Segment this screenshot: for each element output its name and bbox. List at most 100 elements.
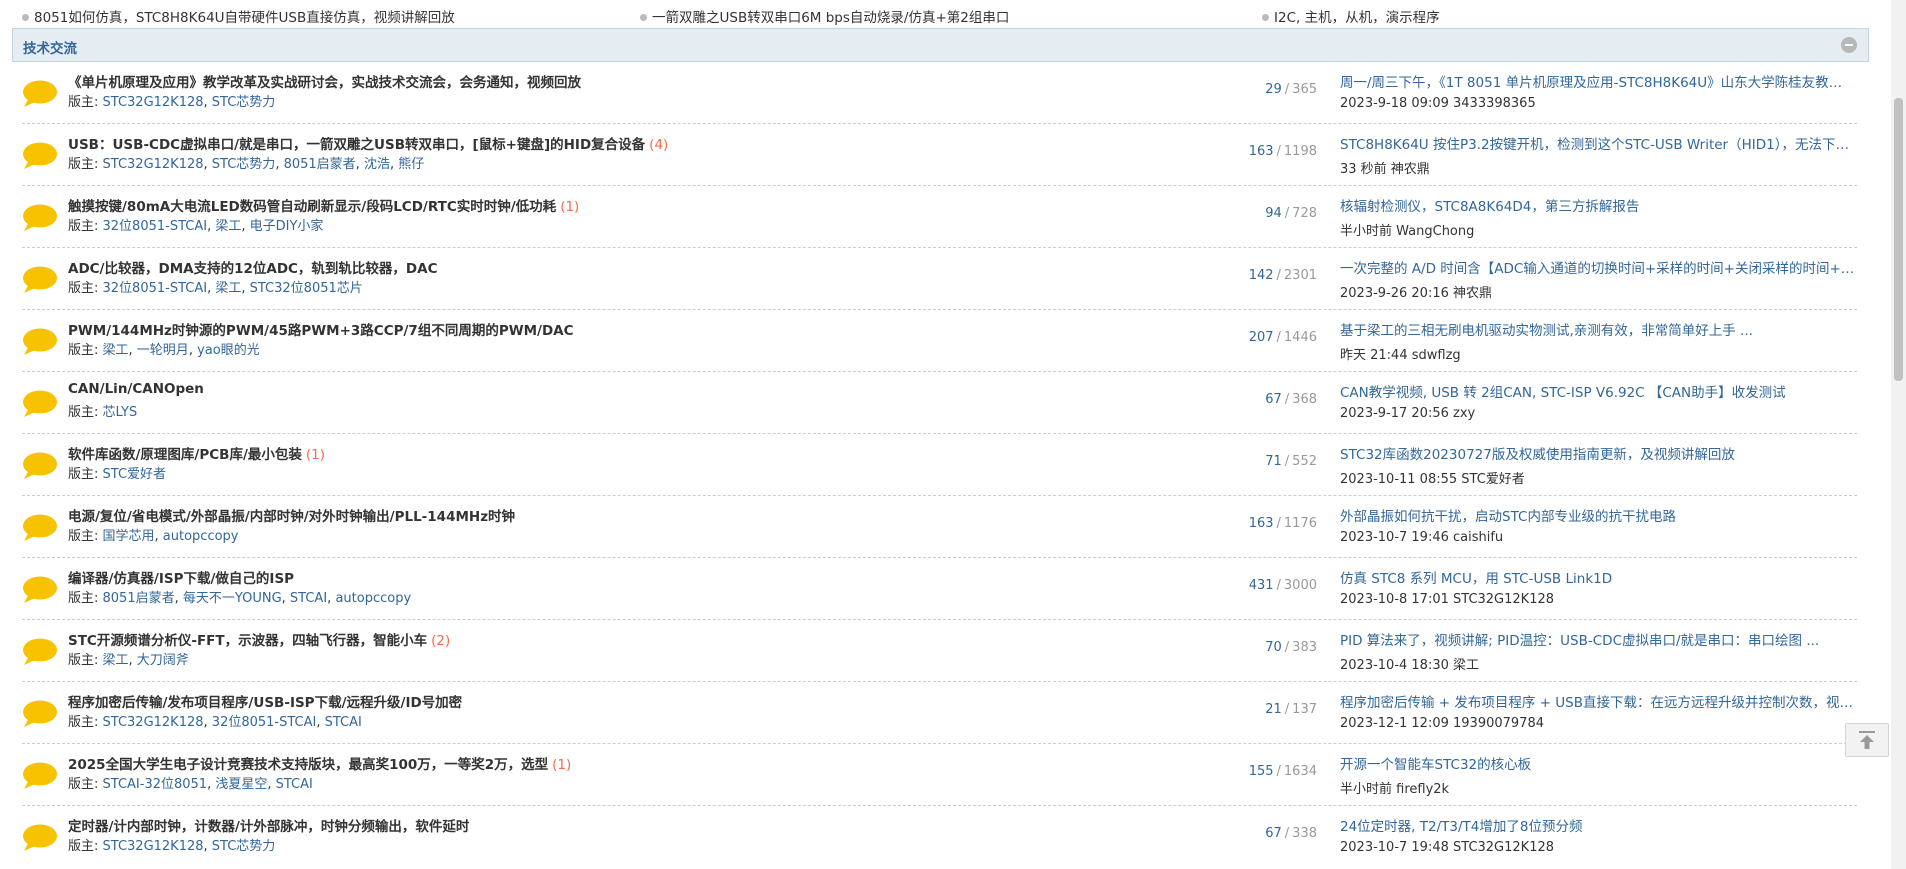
moderator-link[interactable]: 梁工 xyxy=(215,219,241,234)
last-post: 基于梁工的三相无刷电机驱动实物测试,亲测有效，非常简单好上手 ... 昨天 21:… xyxy=(1340,319,1855,363)
moderator-link[interactable]: 32位8051-STCAI xyxy=(103,281,208,296)
stats-separator: / xyxy=(1276,578,1281,593)
forum-row: ADC/比较器，DMA支持的12位ADC，轨到轨比较器，DAC 版主: 32位80… xyxy=(22,248,1857,310)
moderator-link[interactable]: STCAI xyxy=(325,715,362,730)
last-post-title-link[interactable]: 周一/周三下午，《1T 8051 单片机原理及应用-STC8H8K64U》山东大… xyxy=(1340,71,1855,91)
moderator-link[interactable]: 国学芯用 xyxy=(103,529,155,544)
last-post-title-link[interactable]: 仿真 STC8 系列 MCU，用 STC-USB Link1D xyxy=(1340,567,1855,587)
forum-name-link[interactable]: 《单片机原理及应用》教学改革及实战研讨会，实战技术交流会，会务通知，视频回放 xyxy=(68,75,581,91)
forum-title-line: 编译器/仿真器/ISP下载/做自己的ISP xyxy=(68,567,294,587)
moderator-link[interactable]: 浅夏星空 xyxy=(215,777,267,792)
moderator-link[interactable]: 梁工 xyxy=(215,281,241,296)
moderator-link[interactable]: STC32位8051芯片 xyxy=(250,281,363,296)
post-count: 3000 xyxy=(1283,578,1317,593)
forum-stats: 21/137 xyxy=(1265,702,1317,717)
collapse-minus-icon[interactable] xyxy=(1841,37,1857,53)
moderator-link[interactable]: STCAI xyxy=(290,591,327,606)
moderator-label: 版主: xyxy=(68,777,103,792)
forum-title-line: 程序加密后传输/发布项目程序/USB-ISP下载/远程升级/ID号加密 xyxy=(68,691,462,711)
moderator-label: 版主: xyxy=(68,405,103,420)
moderator-link[interactable]: 8051启蒙者 xyxy=(103,591,175,606)
forum-name-link[interactable]: PWM/144MHz时钟源的PWM/45路PWM+3路CCP/7组不同周期的PW… xyxy=(68,323,574,339)
moderator-link[interactable]: 大刀阔斧 xyxy=(137,653,189,668)
last-post-title-link[interactable]: STC32库函数20230727版及权威使用指南更新，及视频讲解回放 xyxy=(1340,443,1855,463)
mod-sep: , xyxy=(188,343,198,358)
forum-title-line: 定时器/计内部时钟，计数器/计外部脉冲，时钟分频输出，软件延时 xyxy=(68,815,469,835)
moderator-link[interactable]: STC芯势力 xyxy=(212,157,276,172)
last-post-title-link[interactable]: 24位定时器, T2/T3/T4增加了8位预分频 xyxy=(1340,815,1855,835)
last-post-title-link[interactable]: 一次完整的 A/D 时间含【ADC输入通道的切换时间+采样的时间+关闭采样的时间… xyxy=(1340,257,1855,277)
mod-sep: , xyxy=(267,777,276,792)
category-title[interactable]: 技术交流 xyxy=(23,37,77,57)
stats-separator: / xyxy=(1276,268,1281,283)
last-post-title-link[interactable]: 开源一个智能车STC32的核心板 xyxy=(1340,753,1855,773)
forum-title-line: ADC/比较器，DMA支持的12位ADC，轨到轨比较器，DAC xyxy=(68,257,438,277)
forum-name-link[interactable]: 电源/复位/省电模式/外部晶振/内部时钟/对外时钟输出/PLL-144MHz时钟 xyxy=(68,509,515,525)
last-post: 程序加密后传输 + 发布项目程序 + USB直接下载：在远方远程升级并控制次数，… xyxy=(1340,691,1855,731)
forum-stats: 155/1634 xyxy=(1249,764,1317,779)
top-link-3-text: I2C, 主机，从机，演示程序 xyxy=(1274,10,1440,26)
forum-name-link[interactable]: 软件库函数/原理图库/PCB库/最小包装 xyxy=(68,447,302,463)
forum-name-link[interactable]: 2025全国大学生电子设计竞赛技术支持版块，最高奖100万，一等奖2万，选型 xyxy=(68,757,548,773)
moderator-link[interactable]: STC32G12K128 xyxy=(103,157,204,172)
moderator-link[interactable]: 梁工 xyxy=(103,343,129,358)
moderator-link[interactable]: STC32G12K128 xyxy=(103,715,204,730)
last-post-title-link[interactable]: PID 算法来了，视频讲解; PID温控：USB-CDC虚拟串口/就是串口：串口… xyxy=(1340,629,1855,649)
forum-name-link[interactable]: 定时器/计内部时钟，计数器/计外部脉冲，时钟分频输出，软件延时 xyxy=(68,819,469,835)
mod-sep: , xyxy=(355,157,364,172)
moderator-label: 版主: xyxy=(68,653,103,668)
forum-name-link[interactable]: ADC/比较器，DMA支持的12位ADC，轨到轨比较器，DAC xyxy=(68,261,438,277)
last-post: 开源一个智能车STC32的核心板半小时前 firefly2k xyxy=(1340,753,1855,797)
moderator-link[interactable]: 芯LYS xyxy=(103,405,138,420)
forum-row: 2025全国大学生电子设计竞赛技术支持版块，最高奖100万，一等奖2万，选型 (1… xyxy=(22,744,1857,806)
forum-title-line: 2025全国大学生电子设计竞赛技术支持版块，最高奖100万，一等奖2万，选型 (1… xyxy=(68,753,571,773)
last-post-title-link[interactable]: 程序加密后传输 + 发布项目程序 + USB直接下载：在远方远程升级并控制次数，… xyxy=(1340,691,1855,711)
moderator-link[interactable]: STC爱好者 xyxy=(103,467,167,482)
moderator-link[interactable]: 梁工 xyxy=(103,653,129,668)
stats-separator: / xyxy=(1284,454,1290,469)
moderator-link[interactable]: 熊仔 xyxy=(398,157,424,172)
moderator-link[interactable]: 沈浩 xyxy=(364,157,390,172)
last-post-title-link[interactable]: 基于梁工的三相无刷电机驱动实物测试,亲测有效，非常简单好上手 ... xyxy=(1340,319,1855,339)
moderator-link[interactable]: STC芯势力 xyxy=(212,95,276,110)
back-to-top-button[interactable] xyxy=(1845,723,1889,757)
last-post-title-link[interactable]: STC8H8K64U 按住P3.2按键开机，检测到这个STC-USB Write… xyxy=(1340,133,1855,153)
forum-name-link[interactable]: USB：USB-CDC虚拟串口/就是串口，一箭双雕之USB转双串口，[鼠标+键盘… xyxy=(68,137,645,153)
moderator-link[interactable]: STC32G12K128 xyxy=(103,839,204,854)
forum-name-link[interactable]: STC开源频谱分析仪-FFT，示波器，四轴飞行器，智能小车 xyxy=(68,633,427,649)
moderator-link[interactable]: yao眼的光 xyxy=(197,343,260,358)
forum-stats: 142/2301 xyxy=(1249,268,1317,283)
forum-name-link[interactable]: 触摸按键/80mA大电流LED数码管自动刷新显示/段码LCD/RTC实时时钟/低… xyxy=(68,199,556,215)
moderator-link[interactable]: 电子DIY小家 xyxy=(250,219,324,234)
post-count: 368 xyxy=(1292,392,1317,407)
moderator-link[interactable]: 32位8051-STCAI xyxy=(103,219,208,234)
scrollbar[interactable] xyxy=(1891,0,1906,869)
top-link-2[interactable]: 一箭双雕之USB转双串口6M bps自动烧录/仿真+第2组串口 xyxy=(640,6,1009,26)
moderator-link[interactable]: 8051启蒙者 xyxy=(284,157,356,172)
last-post-meta: 半小时前 firefly2k xyxy=(1340,782,1450,797)
moderator-link[interactable]: STCAI xyxy=(276,777,313,792)
forum-stats: 207/1446 xyxy=(1249,330,1317,345)
forum-name-link[interactable]: CAN/Lin/CANOpen xyxy=(68,381,204,397)
moderator-link[interactable]: autopccopy xyxy=(163,529,239,544)
scrollbar-thumb[interactable] xyxy=(1894,98,1903,381)
moderator-link[interactable]: STCAI-32位8051 xyxy=(103,777,208,792)
forum-name-link[interactable]: 程序加密后传输/发布项目程序/USB-ISP下载/远程升级/ID号加密 xyxy=(68,695,462,711)
forum-name-link[interactable]: 编译器/仿真器/ISP下载/做自己的ISP xyxy=(68,571,294,587)
moderator-link[interactable]: STC芯势力 xyxy=(212,839,276,854)
top-link-1[interactable]: 8051如何仿真，STC8H8K64U自带硬件USB直接仿真，视频讲解回放 xyxy=(22,6,455,26)
top-link-3[interactable]: I2C, 主机，从机，演示程序 xyxy=(1262,6,1440,26)
moderator-link[interactable]: 每天不一YOUNG xyxy=(183,591,282,606)
mod-sep: , xyxy=(389,157,399,172)
moderator-link[interactable]: 一轮明月 xyxy=(137,343,189,358)
moderator-label: 版主: xyxy=(68,219,103,234)
last-post-title-link[interactable]: CAN教学视频, USB 转 2组CAN, STC-ISP V6.92C 【CA… xyxy=(1340,381,1855,401)
last-post-title-link[interactable]: 核辐射检测仪，STC8A8K64D4，第三方拆解报告 xyxy=(1340,195,1855,215)
forum-row: STC开源频谱分析仪-FFT，示波器，四轴飞行器，智能小车 (2) 版主: 梁工, … xyxy=(22,620,1857,682)
moderator-link[interactable]: STC32G12K128 xyxy=(103,95,204,110)
last-post-title-link[interactable]: 外部晶振如何抗干扰，启动STC内部专业级的抗干扰电路 xyxy=(1340,505,1855,525)
moderator-link[interactable]: 32位8051-STCAI xyxy=(212,715,317,730)
forum-stats: 67/338 xyxy=(1265,826,1317,841)
speech-bubble-icon xyxy=(22,80,58,108)
moderator-link[interactable]: autopccopy xyxy=(335,591,411,606)
